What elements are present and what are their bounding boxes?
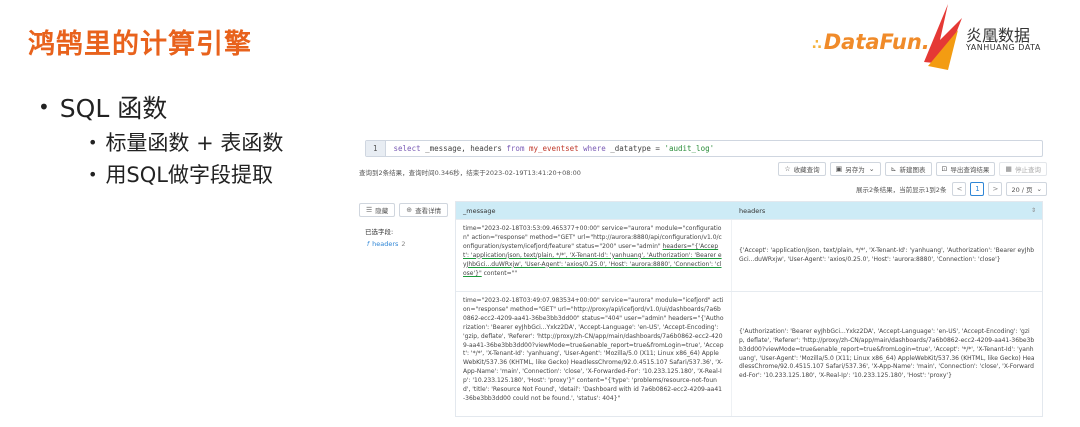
datafun-logo-text: DataFun. <box>823 30 930 54</box>
kw-from: from <box>506 144 525 153</box>
field-type-icon: f <box>367 240 370 248</box>
pagination-summary: 展示2条结果，当前显示1到2条 <box>856 186 947 194</box>
bullet-dot-icon: • <box>88 132 98 152</box>
query-table: my_eventset <box>524 144 584 153</box>
new-chart-label: 新建图表 <box>899 166 926 174</box>
datafun-logo: ∴DataFun. <box>812 30 930 54</box>
sort-icon[interactable]: ⇕ <box>1031 207 1036 214</box>
table-row[interactable]: time="2023-02-18T03:53:09.465377+00:00" … <box>456 219 1042 291</box>
result-toolbar: ☆ 收藏查询 ▣ 另存为 ⌄ ⊾ 新建图表 ⊡ 导出查询结果 ■ 停止查询 <box>778 162 1047 176</box>
slide-title: 鸿鹄里的计算引擎 <box>28 29 252 60</box>
table-header: _message headers ⇕ <box>456 202 1042 219</box>
cell-message: time="2023-02-18T03:53:09.465377+00:00" … <box>456 220 732 291</box>
bullet-main-text: SQL 函数 <box>59 94 168 123</box>
kw-select: select <box>393 144 421 153</box>
bullet-dot-icon: • <box>88 164 98 184</box>
chart-icon: ⊾ <box>890 165 897 173</box>
query-code[interactable]: select _message, headers from my_eventse… <box>386 144 715 153</box>
yanhuang-logo-subtext: YANHUANG DATA <box>966 43 1041 52</box>
headers-text: {'Accept': 'application/json, text/plain… <box>739 246 1035 263</box>
field-sidebar: ☰ 隐藏 ⊕ 查看详情 已选字段: f headers 2 <box>357 203 449 413</box>
table-row[interactable]: time="2023-02-18T03:49:07.983534+00:00" … <box>456 291 1042 416</box>
search-icon: ⊕ <box>406 206 413 214</box>
kw-where: where <box>583 144 606 153</box>
query-value: 'audit_log' <box>664 144 715 153</box>
cell-message: time="2023-02-18T03:49:07.983534+00:00" … <box>456 292 732 416</box>
selected-field-headers[interactable]: f headers 2 <box>367 240 449 248</box>
new-chart-button[interactable]: ⊾ 新建图表 <box>884 162 932 176</box>
sidebar-buttons: ☰ 隐藏 ⊕ 查看详情 <box>359 203 449 217</box>
headers-text: {'Authorization': 'Bearer eyJhbGci...Yxk… <box>739 327 1035 380</box>
export-icon: ⊡ <box>941 165 948 173</box>
column-header-message[interactable]: _message <box>456 202 732 219</box>
save-as-button[interactable]: ▣ 另存为 ⌄ <box>829 162 881 176</box>
view-details-label: 查看详情 <box>415 207 442 215</box>
page-size-value: 20 / 页 <box>1011 186 1033 194</box>
selected-fields-title: 已选字段: <box>365 228 394 236</box>
message-text-tail: content="" <box>481 269 518 277</box>
bullet-sub-2-text: 用SQL做字段提取 <box>105 163 273 187</box>
pagination: 展示2条结果，当前显示1到2条 < 1 > 20 / 页 ⌄ <box>856 182 1047 196</box>
cell-headers: {'Authorization': 'Bearer eyJhbGci...Yxk… <box>732 292 1042 416</box>
bullet-sub-1: • 标量函数 + 表函数 <box>88 126 283 158</box>
query-panel: 1 select _message, headers from my_event… <box>357 137 1051 417</box>
query-columns: _message, headers <box>420 144 507 153</box>
page-size-select[interactable]: 20 / 页 ⌄ <box>1006 182 1047 196</box>
field-count: 2 <box>401 240 406 248</box>
bullet-sub-1-text: 标量函数 + 表函数 <box>105 131 284 155</box>
next-page-button[interactable]: > <box>988 182 1003 196</box>
line-number: 1 <box>366 141 386 156</box>
bullet-list: • SQL 函数 • 标量函数 + 表函数 • 用SQL做字段提取 <box>38 88 283 190</box>
favorite-query-button[interactable]: ☆ 收藏查询 <box>778 162 826 176</box>
view-details-button[interactable]: ⊕ 查看详情 <box>399 203 449 217</box>
stop-query-label: 停止查询 <box>1015 166 1041 174</box>
bullet-dot-icon: • <box>38 95 50 119</box>
star-icon: ☆ <box>784 165 791 173</box>
field-name: headers <box>372 240 399 248</box>
hide-fields-button[interactable]: ☰ 隐藏 <box>359 203 396 217</box>
save-as-label: 另存为 <box>845 166 865 174</box>
stop-icon: ■ <box>1005 165 1012 173</box>
bullet-main: • SQL 函数 <box>38 88 283 126</box>
column-header-headers[interactable]: headers ⇕ <box>732 202 1042 219</box>
prev-page-button[interactable]: < <box>952 182 967 196</box>
save-icon: ▣ <box>835 165 843 173</box>
favorite-query-label: 收藏查询 <box>793 166 820 174</box>
query-info: 查询到2条结果，查询时间0.346秒，结束于2023-02-19T13:41:2… <box>359 169 581 177</box>
bullet-sub-2: • 用SQL做字段提取 <box>88 158 283 190</box>
hide-fields-label: 隐藏 <box>375 207 389 215</box>
datafun-dots-icon: ∴ <box>812 37 822 53</box>
results-table: _message headers ⇕ time="2023-02-18T03:53… <box>455 201 1043 417</box>
column-header-headers-label: headers <box>739 206 766 215</box>
list-icon: ☰ <box>366 206 373 214</box>
query-condition: _datatype = <box>605 144 665 153</box>
export-results-button[interactable]: ⊡ 导出查询结果 <box>935 162 996 176</box>
export-results-label: 导出查询结果 <box>950 166 990 174</box>
cell-headers: {'Accept': 'application/json, text/plain… <box>732 220 1042 291</box>
page-number-button[interactable]: 1 <box>970 182 985 196</box>
chevron-down-icon: ⌄ <box>1036 185 1042 193</box>
stop-query-button[interactable]: ■ 停止查询 <box>999 162 1047 176</box>
query-editor[interactable]: 1 select _message, headers from my_event… <box>365 140 1043 157</box>
chevron-down-icon: ⌄ <box>868 165 875 173</box>
